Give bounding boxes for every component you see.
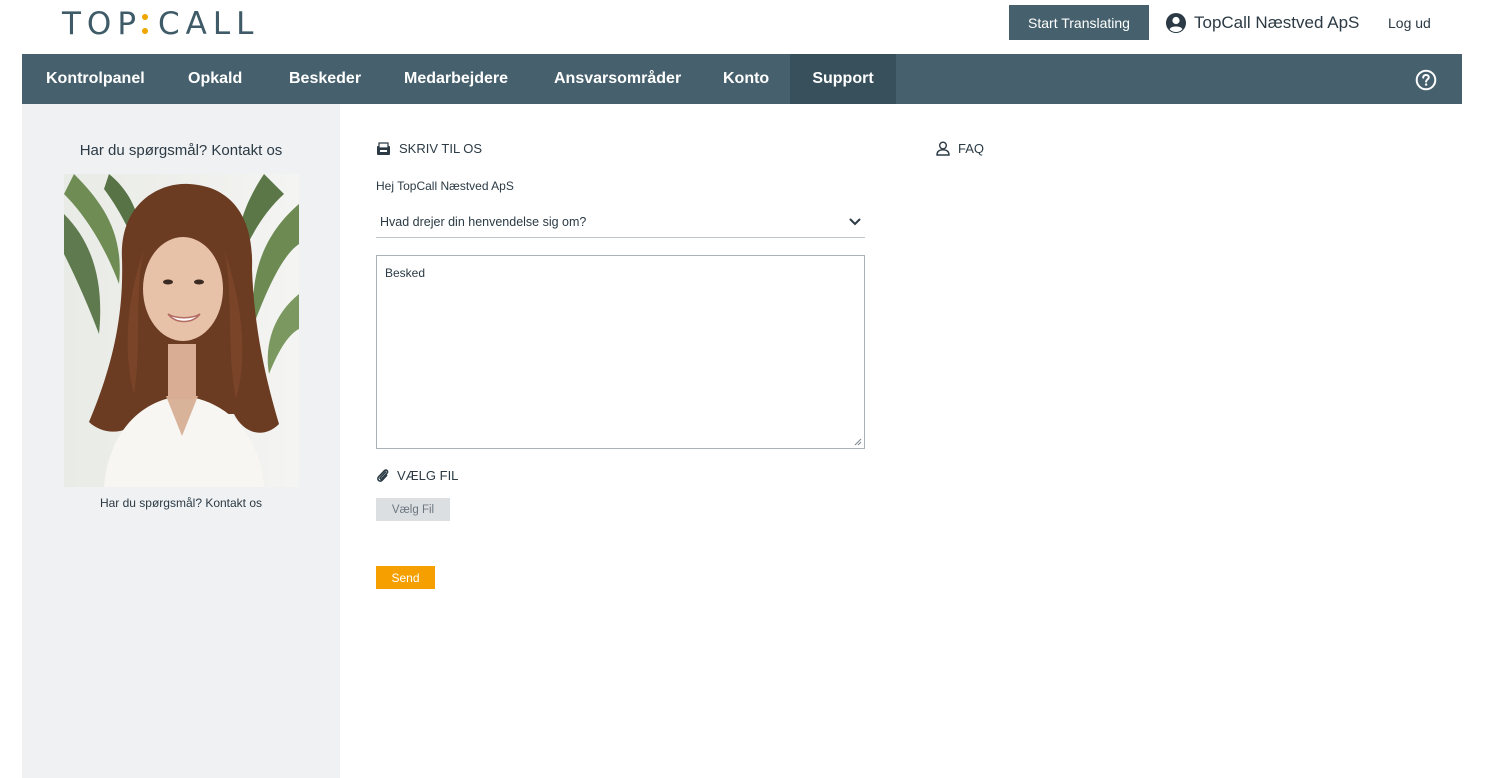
logo-text-right: CALL	[158, 6, 260, 42]
nav-item-ansvarsomrader[interactable]: Ansvarsområder	[554, 54, 681, 104]
chevron-down-icon	[849, 218, 861, 226]
support-contact-photo	[64, 174, 299, 487]
send-button[interactable]: Send	[376, 566, 435, 589]
logo-text-left: TOP	[62, 6, 143, 42]
logout-link[interactable]: Log ud	[1388, 15, 1431, 31]
choose-file-heading: VÆLG FIL	[376, 468, 458, 483]
nav-item-medarbejdere[interactable]: Medarbejdere	[404, 54, 508, 104]
help-icon[interactable]	[1415, 69, 1437, 91]
main-nav: Kontrolpanel Opkald Beskeder Medarbejder…	[22, 54, 1462, 104]
nav-item-kontrolpanel[interactable]: Kontrolpanel	[46, 54, 145, 104]
faq-heading[interactable]: FAQ	[936, 141, 984, 156]
nav-item-support[interactable]: Support	[790, 54, 896, 104]
choose-file-button[interactable]: Vælg Fil	[376, 498, 450, 521]
logo-colon-dots	[142, 9, 152, 39]
person-outline-icon	[936, 141, 950, 156]
account-menu[interactable]: TopCall Næstved ApS	[1166, 10, 1359, 36]
sidebar-title: Har du spørgsmål? Kontakt os	[79, 142, 283, 159]
start-translating-button[interactable]: Start Translating	[1009, 5, 1149, 40]
topic-select-value: Hvad drejer din henvendelse sig om?	[380, 215, 587, 229]
nav-item-beskeder[interactable]: Beskeder	[289, 54, 361, 104]
faq-label: FAQ	[958, 141, 985, 156]
topcall-logo[interactable]: TOP CALL	[62, 6, 260, 42]
greeting-text: Hej TopCall Næstved ApS	[376, 179, 514, 193]
nav-item-konto[interactable]: Konto	[723, 54, 769, 104]
write-to-us-heading: SKRIV TIL OS	[376, 141, 482, 156]
resize-grip-icon[interactable]	[853, 437, 862, 446]
sidebar-caption: Har du spørgsmål? Kontakt os	[99, 496, 263, 510]
message-placeholder: Besked	[385, 266, 426, 280]
paperclip-icon	[377, 469, 389, 482]
topic-select[interactable]: Hvad drejer din henvendelse sig om?	[376, 207, 865, 238]
nav-item-opkald[interactable]: Opkald	[188, 54, 242, 104]
mail-inbox-icon	[377, 141, 390, 155]
write-to-us-label: SKRIV TIL OS	[399, 141, 483, 156]
message-textarea[interactable]: Besked	[376, 255, 865, 449]
account-name: TopCall Næstved ApS	[1194, 13, 1360, 32]
choose-file-label: VÆLG FIL	[397, 468, 459, 483]
contact-sidebar: Har du spørgsmål? Kontakt os Har du spør…	[22, 104, 340, 778]
user-avatar-icon	[1166, 13, 1186, 33]
